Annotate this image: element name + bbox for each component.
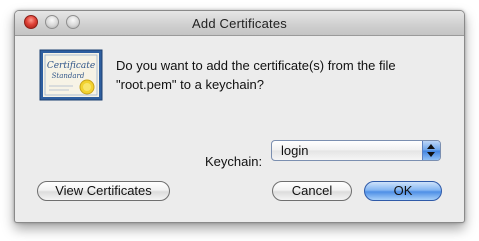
dialog-message: Do you want to add the certificate(s) fr… bbox=[116, 56, 451, 94]
ok-button[interactable]: OK bbox=[364, 181, 442, 201]
view-certificates-button[interactable]: View Certificates bbox=[37, 181, 170, 201]
cancel-button[interactable]: Cancel bbox=[272, 181, 352, 201]
message-line-1: Do you want to add the certificate(s) fr… bbox=[116, 58, 396, 73]
message-line-2: "root.pem" to a keychain? bbox=[116, 77, 264, 92]
window-title: Add Certificates bbox=[192, 16, 287, 31]
title-bar[interactable]: Add Certificates bbox=[15, 11, 464, 36]
keychain-label: Keychain: bbox=[205, 154, 263, 169]
add-certificates-dialog: Add Certificates Certificate Standard Do… bbox=[14, 10, 465, 223]
certificate-icon: Certificate Standard bbox=[39, 49, 103, 101]
keychain-selected-value: login bbox=[281, 143, 309, 158]
certificate-caption-2: Standard bbox=[52, 72, 85, 80]
updown-arrows-icon bbox=[422, 141, 440, 160]
keychain-popup[interactable]: login bbox=[271, 140, 441, 161]
certificate-caption-1: Certificate bbox=[47, 61, 95, 71]
